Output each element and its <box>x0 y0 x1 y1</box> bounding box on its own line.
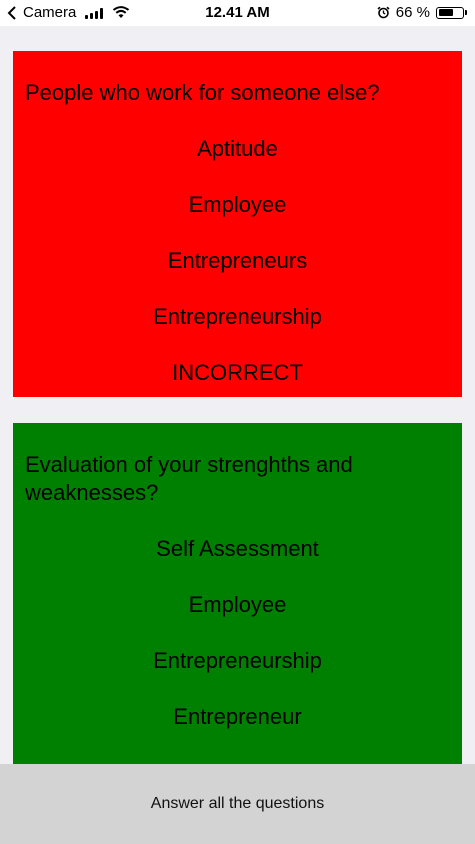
footer-message: Answer all the questions <box>150 795 325 812</box>
answer-option-entrepreneurs[interactable]: Entrepreneurs <box>25 233 450 289</box>
answer-option-entrepreneur[interactable]: Entrepreneur <box>25 689 450 745</box>
alarm-icon <box>377 6 390 19</box>
status-right: 66 % <box>377 4 467 21</box>
question-card-correct: Evaluation of your strenghths and weakne… <box>13 423 462 783</box>
answer-option-aptitude[interactable]: Aptitude <box>25 121 450 177</box>
answer-option-entrepreneurship[interactable]: Entrepreneurship <box>25 289 450 345</box>
status-bar: Camera 12.41 AM 66 % <box>0 0 475 26</box>
answer-option-employee[interactable]: Employee <box>25 577 450 633</box>
options-list: Aptitude Employee Entrepreneurs Entrepre… <box>25 121 450 401</box>
answer-all-banner[interactable]: Answer all the questions <box>0 764 475 844</box>
question-text: People who work for someone else? <box>25 80 380 105</box>
question-card-incorrect: People who work for someone else? Aptitu… <box>13 51 462 397</box>
options-list: Self Assessment Employee Entrepreneurshi… <box>25 521 450 745</box>
battery-percent: 66 % <box>395 4 430 21</box>
result-label: INCORRECT <box>172 360 303 385</box>
battery-icon <box>436 6 467 19</box>
answer-option-entrepreneurship[interactable]: Entrepreneurship <box>25 633 450 689</box>
answer-option-employee[interactable]: Employee <box>25 177 450 233</box>
answer-option-self-assessment[interactable]: Self Assessment <box>25 521 450 577</box>
question-text: Evaluation of your strenghths and weakne… <box>25 452 353 505</box>
